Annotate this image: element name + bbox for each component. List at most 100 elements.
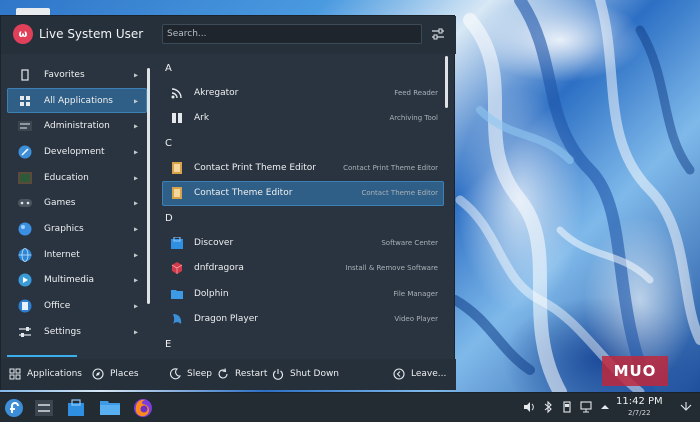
category-label: Games	[44, 198, 76, 209]
settings-icon	[18, 325, 32, 339]
admin-icon	[18, 119, 32, 133]
restart-button[interactable]: Restart	[217, 366, 267, 382]
user-name: Live System User	[39, 27, 144, 41]
launcher-footer: Applications Places Sleep Restart Shut D…	[1, 359, 456, 390]
settings-icon	[35, 400, 53, 416]
chevron-right-icon: ▸	[133, 147, 138, 157]
app-dragon-player[interactable]: Dragon Player Video Player	[162, 307, 444, 333]
education-icon	[18, 171, 32, 185]
clock-date[interactable]: 2/7/22	[628, 409, 651, 417]
contact-book-icon	[171, 187, 183, 200]
category-label: Graphics	[44, 223, 84, 234]
app-contact-theme-editor[interactable]: Contact Theme Editor Contact Theme Edito…	[162, 180, 444, 206]
applications-tab-label: Applications	[27, 369, 82, 379]
app-name: Akregator	[194, 87, 239, 98]
app-description: Feed Reader	[394, 88, 438, 97]
app-description: Archiving Tool	[389, 114, 438, 123]
leave-button[interactable]: Leave...	[393, 366, 446, 382]
category-graphics[interactable]: Graphics ▸	[7, 216, 147, 242]
category-label: Education	[44, 172, 89, 183]
section-header-e: E	[165, 338, 172, 350]
bookmark-icon	[18, 68, 32, 82]
app-description: Software Center	[381, 238, 438, 247]
category-internet[interactable]: Internet ▸	[7, 242, 147, 268]
archive-icon	[171, 112, 183, 124]
display-icon[interactable]	[580, 401, 592, 413]
app-description: Contact Theme Editor	[361, 189, 438, 198]
app-ark[interactable]: Ark Archiving Tool	[162, 106, 444, 132]
clock-time[interactable]: 11:42 PM	[616, 396, 663, 407]
chevron-right-icon: ▸	[133, 96, 138, 106]
category-development[interactable]: Development ▸	[7, 139, 147, 165]
globe-icon	[18, 247, 32, 262]
app-contact-print-theme-editor[interactable]: Contact Print Theme Editor Contact Print…	[162, 155, 444, 181]
app-dolphin[interactable]: Dolphin File Manager	[162, 281, 444, 307]
list-scrollbar[interactable]	[445, 56, 448, 108]
tray-expand-icon[interactable]	[599, 401, 611, 413]
app-description: File Manager	[393, 289, 438, 298]
places-tab[interactable]: Places	[92, 366, 139, 382]
multimedia-icon	[18, 273, 32, 287]
application-list: A Akregator Feed Reader Ark Archiving To…	[162, 56, 444, 356]
usb-device-icon[interactable]	[561, 401, 573, 413]
app-name: dnfdragora	[194, 263, 244, 274]
category-games[interactable]: Games ▸	[7, 190, 147, 216]
volume-icon[interactable]	[523, 401, 535, 413]
graphics-icon	[18, 222, 32, 236]
app-name: Dragon Player	[194, 314, 258, 325]
app-akregator[interactable]: Akregator Feed Reader	[162, 80, 444, 106]
chevron-right-icon: ▸	[133, 70, 138, 80]
chevron-right-icon: ▸	[133, 301, 138, 311]
chevron-right-icon: ▸	[133, 250, 138, 260]
leave-label: Leave...	[411, 369, 447, 379]
search-input[interactable]	[162, 24, 422, 44]
app-discover[interactable]: Discover Software Center	[162, 230, 444, 256]
shutdown-label: Shut Down	[290, 369, 340, 379]
dolphin-taskbar-button[interactable]	[98, 396, 122, 420]
firefox-taskbar-button[interactable]	[131, 396, 155, 420]
tab-indicator	[7, 355, 77, 357]
firefox-icon	[134, 399, 152, 417]
software-center-icon	[68, 399, 84, 416]
category-favorites[interactable]: Favorites ▸	[7, 62, 147, 88]
app-dnfdragora[interactable]: dnfdragora Install & Remove Software	[162, 256, 444, 282]
contact-book-icon	[171, 161, 183, 174]
power-icon	[272, 368, 284, 380]
compass-icon	[92, 368, 104, 380]
category-multimedia[interactable]: Multimedia ▸	[7, 268, 147, 294]
gamepad-icon	[18, 196, 32, 210]
configure-button[interactable]	[429, 25, 447, 43]
category-all-applications[interactable]: All Applications ▸	[7, 87, 147, 114]
applications-tab[interactable]: Applications	[9, 366, 82, 382]
category-label: Office	[44, 301, 71, 312]
launcher-button[interactable]	[2, 396, 26, 420]
category-administration[interactable]: Administration ▸	[7, 113, 147, 139]
sleep-label: Sleep	[187, 369, 213, 379]
system-settings-button[interactable]	[32, 396, 56, 420]
grid-icon	[9, 368, 21, 380]
app-name: Discover	[194, 237, 234, 248]
places-tab-label: Places	[110, 369, 139, 379]
restart-icon	[217, 368, 229, 380]
category-education[interactable]: Education ▸	[7, 165, 147, 191]
category-settings[interactable]: Settings ▸	[7, 319, 147, 345]
discover-taskbar-button[interactable]	[64, 396, 88, 420]
category-label: Favorites	[44, 69, 85, 80]
category-office[interactable]: Office ▸	[7, 293, 147, 319]
launcher-header: ω Live System User	[1, 16, 456, 54]
rss-icon	[171, 87, 183, 99]
moon-icon	[169, 368, 181, 380]
shutdown-button[interactable]: Shut Down	[272, 366, 339, 382]
category-label: Development	[44, 146, 105, 157]
software-center-icon	[171, 236, 183, 249]
category-list: Favorites ▸ All Applications ▸ Administr…	[7, 62, 147, 357]
sleep-button[interactable]: Sleep	[169, 366, 212, 382]
category-scrollbar[interactable]	[147, 68, 150, 304]
taskbar: 11:42 PM 2/7/22	[0, 392, 700, 422]
bluetooth-icon[interactable]	[542, 401, 554, 413]
avatar[interactable]: ω	[13, 24, 33, 44]
fedora-icon	[5, 399, 23, 417]
show-desktop-icon[interactable]	[680, 401, 692, 413]
chevron-right-icon: ▸	[133, 198, 138, 208]
section-header-d: D	[165, 212, 173, 224]
